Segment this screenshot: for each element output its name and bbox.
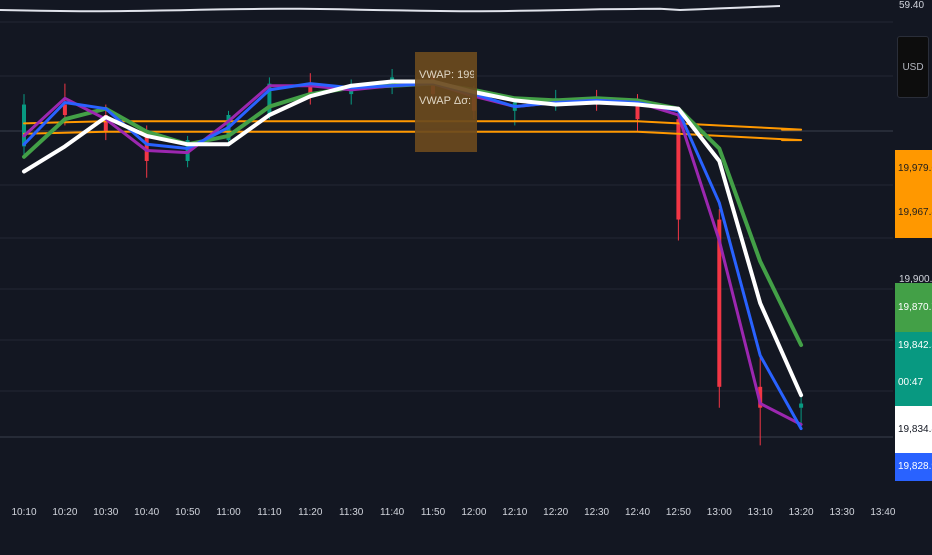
time-tick-label: 12:00 (461, 507, 486, 518)
vwap-delta: VWAP Δσ: -2.23 (419, 95, 474, 107)
candle-body (62, 104, 67, 115)
time-tick-label: 12:50 (666, 507, 691, 518)
time-tick-label: 12:40 (625, 507, 650, 518)
time-tick-label: 12:10 (502, 507, 527, 518)
time-tick-label: 11:50 (421, 507, 446, 518)
candle (676, 106, 681, 241)
candle-body (799, 403, 804, 408)
candle (799, 395, 804, 425)
time-tick-label: 13:00 (707, 507, 732, 518)
vwap-tooltip: VWAP: 19973.73 VWAP Δσ: -2.23 (415, 52, 477, 152)
price-axis-top-label: 59.40 (899, 0, 925, 11)
price-tag-last-price: 19,842.50 (895, 332, 932, 360)
candle (308, 73, 313, 105)
price-tag-ma-white: 19,834.84 (895, 406, 932, 453)
time-tick-label: 11:20 (298, 507, 323, 518)
time-tick-label: 10:30 (93, 507, 118, 518)
candle-body (22, 104, 26, 147)
time-tick-label: 10:20 (52, 507, 77, 518)
price-tag-countdown: 00:47 (895, 360, 932, 406)
time-tick-label: 12:20 (543, 507, 568, 518)
time-tick-label: 13:30 (829, 507, 854, 518)
candle-body (635, 104, 640, 120)
time-tick-label: 10:10 (11, 507, 36, 518)
currency-button[interactable]: USD (897, 36, 929, 98)
time-tick-label: 13:40 (870, 507, 895, 518)
time-tick-label: 11:40 (380, 507, 405, 518)
time-tick-label: 11:30 (339, 507, 364, 518)
time-tick-label: 10:40 (134, 507, 159, 518)
candle (349, 79, 354, 105)
time-tick-label: 10:50 (175, 507, 200, 518)
price-tag-ma-green: 19,870.71 (895, 283, 932, 332)
top-indicator-line (0, 5, 781, 13)
time-tick-label: 13:10 (748, 507, 773, 518)
vwap-value: VWAP: 19973.73 (419, 69, 474, 81)
price-tag-vwap-upper: 19,979.61 (895, 150, 932, 188)
time-tick-label: 12:30 (584, 507, 609, 518)
time-tick-label: 11:10 (257, 507, 282, 518)
price-tag-ma-blue: 19,828.90 (895, 453, 932, 481)
time-tick-label: 13:20 (789, 507, 814, 518)
time-tick-label: 11:00 (216, 507, 241, 518)
price-tag-vwap-lower: 19,967.85 (895, 188, 932, 238)
candle (22, 94, 26, 157)
